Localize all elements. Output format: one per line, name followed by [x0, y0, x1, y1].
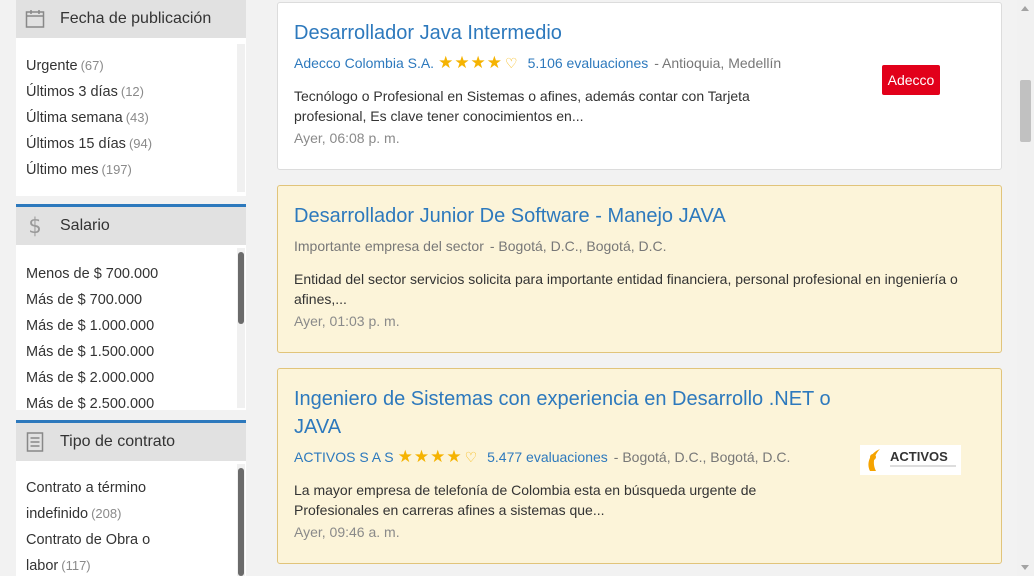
filter-fecha-header[interactable]: Fecha de publicación — [16, 0, 246, 38]
filter-option-label: Contrato a término — [26, 480, 147, 496]
job-card[interactable]: Desarrollador Java Intermedio Adecco Col… — [277, 2, 1002, 170]
filter-salario-scrollbar[interactable] — [238, 252, 244, 324]
job-location: - Bogotá, D.C., Bogotá, D.C. — [489, 238, 667, 254]
job-description: Tecnólogo o Profesional en Sistemas o af… — [294, 88, 750, 124]
filter-option[interactable]: Último mes (197) — [26, 157, 236, 183]
job-location: - Bogotá, D.C., Bogotá, D.C. — [613, 449, 791, 465]
job-date: Ayer, 01:03 p. m. — [294, 313, 400, 329]
filter-salario-header[interactable]: $ Salario — [16, 207, 246, 245]
job-card[interactable]: Ingeniero de Sistemas con experiencia en… — [277, 368, 1002, 564]
filter-option-count: (43) — [125, 110, 149, 125]
page-scrollbar[interactable] — [1017, 0, 1034, 576]
heart-outline-icon: ♡ — [464, 449, 478, 465]
filter-fecha: Fecha de publicación Urgente (67) Últimos… — [16, 0, 246, 196]
filter-option-label: Último mes — [26, 162, 99, 178]
job-location: - Antioquia, Medellín — [654, 55, 782, 71]
filter-option-label: Últimos 3 días — [26, 84, 118, 100]
filter-option-label: Urgente — [26, 58, 78, 74]
filter-fecha-title: Fecha de publicación — [60, 10, 212, 27]
filter-option-count: (12) — [120, 84, 144, 99]
job-meta: Importante empresa del sector - Bogotá, D… — [294, 236, 985, 256]
filter-option[interactable]: Más de $ 700.000 — [26, 287, 236, 313]
page-scrollbar-thumb[interactable] — [1020, 80, 1031, 142]
filter-option-count: (67) — [80, 58, 104, 73]
scroll-up-arrow-icon[interactable] — [1021, 6, 1029, 11]
filter-option-label: indefinido — [26, 506, 89, 522]
svg-text:$: $ — [28, 215, 41, 237]
filter-option[interactable]: Más de $ 1.500.000 — [26, 339, 236, 365]
document-icon — [24, 431, 46, 453]
filter-option-count: (94) — [128, 136, 153, 151]
job-date: Ayer, 09:46 a. m. — [294, 524, 400, 540]
filters-sidebar: Fecha de publicación Urgente (67) Últimos… — [16, 0, 246, 576]
company-logo-activos[interactable]: ACTIVOS — [860, 445, 961, 475]
filter-option[interactable]: Últimos 3 días (12) — [26, 79, 236, 105]
job-card[interactable]: Desarrollador Junior De Software - Manej… — [277, 185, 1002, 353]
filter-contrato: Tipo de contrato Contrato a término inde… — [16, 420, 246, 576]
company-link[interactable]: Adecco Colombia S.A. — [294, 55, 434, 71]
job-date: Ayer, 06:08 p. m. — [294, 130, 400, 146]
scroll-down-arrow-icon[interactable] — [1021, 565, 1029, 570]
rating-stars-icon: ★★★★ — [397, 447, 463, 466]
filter-option-label: labor — [26, 558, 59, 574]
calendar-icon — [24, 8, 46, 30]
filter-contrato-header[interactable]: Tipo de contrato — [16, 423, 246, 461]
filter-option-label: Últimos 15 días — [26, 136, 126, 152]
job-title-link[interactable]: Desarrollador Java Intermedio — [294, 19, 985, 47]
heart-outline-icon: ♡ — [505, 55, 518, 71]
dollar-icon: $ — [24, 215, 46, 237]
filter-option-label: Última semana — [26, 110, 123, 126]
job-description: La mayor empresa de telefonía de Colombi… — [294, 482, 757, 518]
evaluations-link[interactable]: 5.106 evaluaciones — [528, 55, 649, 71]
filter-option[interactable]: Más de $ 2.000.000 — [26, 365, 236, 391]
filter-option-count: (197) — [101, 162, 132, 177]
job-title-link[interactable]: Desarrollador Junior De Software - Manej… — [294, 202, 985, 230]
filter-option[interactable]: Contrato a término indefinido (208) — [26, 475, 236, 527]
filter-option-count: (117) — [61, 558, 91, 573]
filter-option[interactable]: Más de $ 2.500.000 — [26, 391, 236, 410]
filter-option-label: Contrato de Obra o — [26, 532, 151, 548]
filter-option-count: (208) — [91, 506, 122, 521]
evaluations-link[interactable]: 5.477 evaluaciones — [487, 449, 608, 465]
filter-option[interactable]: Más de $ 1.000.000 — [26, 313, 236, 339]
rating-stars-icon: ★★★★ — [438, 53, 504, 72]
company-link[interactable]: ACTIVOS S A S — [294, 449, 394, 465]
company-logo-adecco[interactable]: Adecco — [882, 65, 940, 95]
filter-option[interactable]: Última semana (43) — [26, 105, 236, 131]
logo-text: Adecco — [888, 72, 935, 88]
logo-text: ACTIVOS — [890, 449, 948, 464]
job-description: Entidad del sector servicios solicita pa… — [294, 271, 958, 307]
filter-contrato-scrollbar[interactable] — [238, 468, 244, 576]
filter-option[interactable]: Urgente (67) — [26, 53, 236, 79]
filter-option[interactable]: Contrato de Obra o labor (117) — [26, 527, 236, 576]
job-title-link[interactable]: Ingeniero de Sistemas con experiencia en… — [294, 385, 834, 441]
filter-fecha-scroll-track[interactable] — [237, 44, 245, 192]
filter-salario: $ Salario Menos de $ 700.000 Más de $ 70… — [16, 204, 246, 410]
filter-option[interactable]: Últimos 15 días (94) — [26, 131, 236, 157]
filter-contrato-title: Tipo de contrato — [60, 433, 176, 450]
company-name: Importante empresa del sector — [294, 238, 484, 254]
filter-salario-title: Salario — [60, 217, 110, 234]
filter-option[interactable]: Menos de $ 700.000 — [26, 261, 236, 287]
